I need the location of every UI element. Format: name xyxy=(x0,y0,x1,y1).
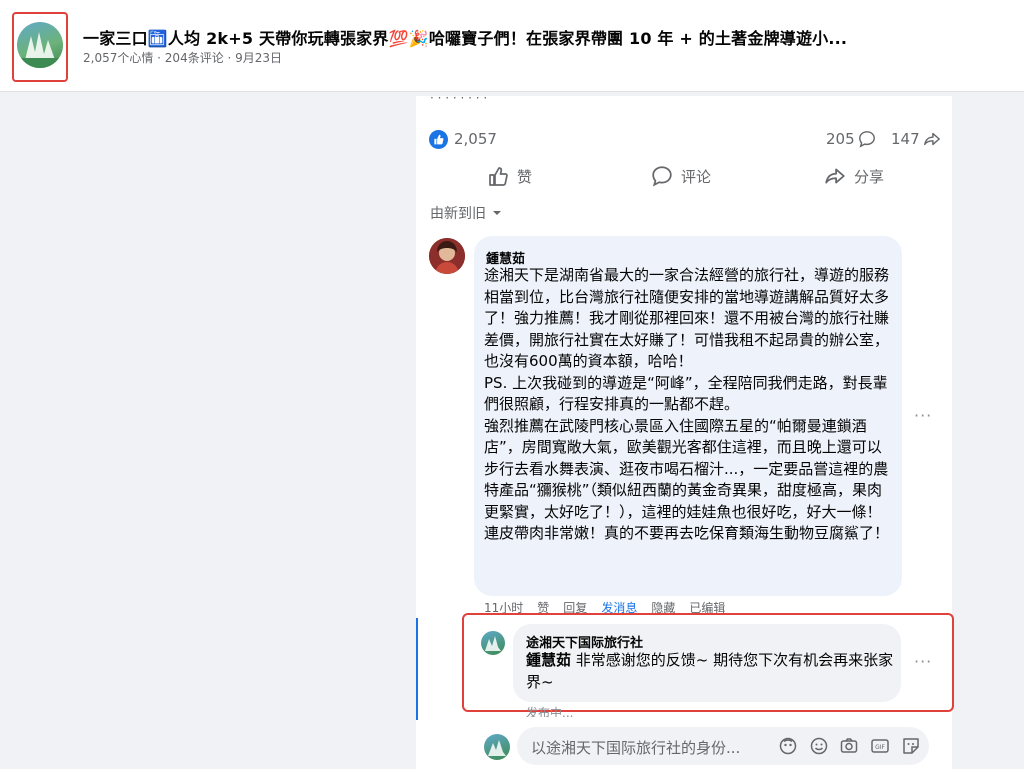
comment-count[interactable]: 205 xyxy=(826,130,876,148)
reply-text: 非常感谢您的反馈~ 期待您下次有机会再来张家界~ xyxy=(526,651,894,691)
composer-placeholder[interactable]: 以途湘天下国际旅行社的身份... xyxy=(531,737,771,758)
comment-icon xyxy=(652,166,672,187)
share-button[interactable]: 分享 xyxy=(824,163,884,189)
post-header: 一家三口🛅人均 2k+5 天帶你玩轉張家界💯🎉哈囉寶子們！在張家界帶團 10 年… xyxy=(0,0,1024,92)
comment-paragraph: PS. 上次我碰到的導遊是“阿峰”，全程陪同我們走路，對長輩們很照顧，行程安排真… xyxy=(484,373,888,414)
comment-composer[interactable]: 以途湘天下国际旅行社的身份... GIF xyxy=(517,727,929,765)
comment-sort-dropdown[interactable]: 由新到旧 xyxy=(430,203,502,223)
like-reaction-icon[interactable] xyxy=(429,130,448,149)
more-icon[interactable]: ··· xyxy=(914,406,932,425)
composer-avatar[interactable] xyxy=(484,734,510,760)
more-icon[interactable]: ··· xyxy=(914,652,932,671)
post-title[interactable]: 一家三口🛅人均 2k+5 天帶你玩轉張家界💯🎉哈囉寶子們！在張家界帶團 10 年… xyxy=(83,25,1013,49)
sort-dropdown-icon xyxy=(493,211,501,215)
share-count-value: 147 xyxy=(891,130,920,148)
thumbs-up-icon xyxy=(489,167,508,186)
comment-reply-link[interactable]: 回复 xyxy=(563,600,587,614)
sticker-icon[interactable] xyxy=(902,737,920,755)
like-button-label: 赞 xyxy=(517,167,533,186)
comment-body: 途湘天下是湖南省最大的一家合法經營的旅行社，導遊的服務相當到位，比台灣旅行社隨便… xyxy=(484,265,894,545)
clipped-text: · · · · · · · · xyxy=(430,96,488,105)
reply-author[interactable]: 途湘天下国际旅行社 xyxy=(526,632,643,651)
comment-actions: 11小时 赞 回复 发消息 隐藏 已编辑 xyxy=(484,600,725,614)
emoji-icon[interactable] xyxy=(810,737,828,755)
svg-text:GIF: GIF xyxy=(875,744,885,751)
share-button-label: 分享 xyxy=(854,167,885,186)
edited-label: 已编辑 xyxy=(689,601,726,614)
share-icon xyxy=(825,168,845,184)
post-meta: 2,057个心情 · 204条评论 · 9月23日 xyxy=(83,51,283,65)
comment-time[interactable]: 11小时 xyxy=(484,600,523,614)
comment-paragraph: 強烈推薦在武陵門核心景區入住國際五星的“帕爾曼連鎖酒店”，房間寬敞大氣，歐美觀光… xyxy=(484,416,890,543)
like-count[interactable]: 2,057 xyxy=(454,130,497,148)
avatar-sticker-icon[interactable] xyxy=(779,737,797,755)
like-button[interactable]: 赞 xyxy=(487,163,532,189)
hide-link[interactable]: 隐藏 xyxy=(651,600,675,614)
page-avatar[interactable] xyxy=(481,631,505,655)
commenter-avatar[interactable] xyxy=(429,238,465,274)
page-avatar[interactable] xyxy=(17,22,63,68)
reply-status: 发布中... xyxy=(526,706,574,717)
comment-icon xyxy=(858,131,875,148)
share-icon xyxy=(923,132,940,146)
share-count[interactable]: 147 xyxy=(891,130,941,148)
reply-mention[interactable]: 鍾慧茹 xyxy=(526,651,571,669)
comment-button-label: 评论 xyxy=(681,167,712,186)
comment-count-value: 205 xyxy=(826,130,855,148)
camera-icon[interactable] xyxy=(840,737,858,755)
gif-icon[interactable]: GIF xyxy=(871,737,889,755)
send-message-link[interactable]: 发消息 xyxy=(601,600,637,614)
comment-like-link[interactable]: 赞 xyxy=(537,600,549,614)
comment-paragraph: 途湘天下是湖南省最大的一家合法經營的旅行社，導遊的服務相當到位，比台灣旅行社隨便… xyxy=(484,266,890,370)
reply-thread-line xyxy=(416,618,418,720)
reply-body: 鍾慧茹 非常感谢您的反馈~ 期待您下次有机会再来张家界~ xyxy=(526,650,896,693)
comment-button[interactable]: 评论 xyxy=(651,163,711,189)
sort-label: 由新到旧 xyxy=(430,206,486,222)
